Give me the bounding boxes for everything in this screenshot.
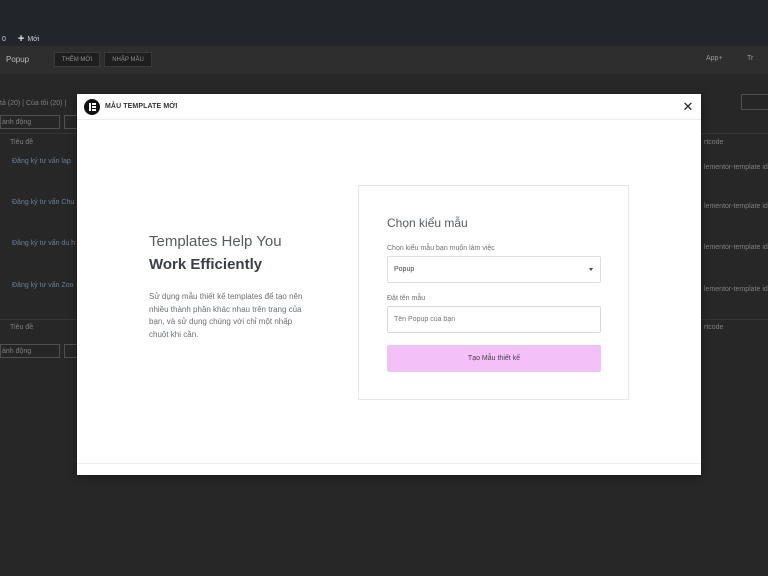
- create-template-button[interactable]: Tạo Mẫu thiết kế: [387, 345, 601, 372]
- row-title-1[interactable]: Đăng ký tư vấn lap: [12, 158, 71, 165]
- apps-link[interactable]: App+: [706, 55, 723, 62]
- chevron-down-icon: [589, 268, 593, 271]
- template-form-card: Chọn kiểu mẫu Chọn kiểu mẫu bạn muốn làm…: [358, 185, 629, 400]
- headline-line-1: Templates Help You: [149, 233, 282, 250]
- row-shortcode-2: lementor-template id: [704, 203, 768, 210]
- plus-icon[interactable]: +: [18, 33, 24, 44]
- import-template-button[interactable]: NHẬP MẪU: [104, 52, 152, 67]
- search-box[interactable]: [741, 94, 768, 110]
- template-type-label: Chọn kiểu mẫu bạn muốn làm việc: [387, 245, 495, 252]
- intro-description: Sử dụng mẫu thiết kế templates để tạo nê…: [149, 292, 303, 339]
- close-icon[interactable]: ✕: [681, 100, 695, 114]
- bulk-action-label: ành động: [2, 348, 32, 355]
- column-shortcode: rtcode: [704, 139, 724, 146]
- row-shortcode-3: lementor-template id: [704, 244, 768, 251]
- apply-button[interactable]: [64, 115, 78, 129]
- modal-title: MẪU TEMPLATE MỚI: [105, 103, 178, 110]
- row-title-4[interactable]: Đăng ký tư vấn Zoo: [12, 282, 74, 289]
- add-new-button[interactable]: THÊM MỚI: [54, 52, 100, 67]
- new-template-modal: MẪU TEMPLATE MỚI ✕ Templates Help You Wo…: [77, 94, 701, 475]
- column-shortcode-footer: rtcode: [704, 324, 724, 331]
- modal-header: MẪU TEMPLATE MỚI ✕: [77, 94, 701, 120]
- row-title-3[interactable]: Đăng ký tư vấn du h: [12, 240, 75, 247]
- admin-counter[interactable]: 0: [2, 36, 6, 43]
- elementor-logo-icon: [84, 99, 100, 115]
- bulk-action-select-bottom[interactable]: ành động: [0, 344, 60, 358]
- search-link[interactable]: Tr: [747, 55, 753, 62]
- template-type-select[interactable]: Popup: [387, 256, 601, 283]
- modal-footer-divider: [77, 463, 701, 464]
- template-name-input[interactable]: [387, 306, 601, 333]
- row-shortcode-1: lementor-template id: [704, 164, 768, 171]
- admin-bar-row: 0 + Mới: [0, 32, 39, 46]
- template-name-label: Đặt tên mẫu: [387, 295, 426, 302]
- filter-links[interactable]: tả (20) | Của tôi (20) |: [0, 100, 66, 107]
- page-title: Popup: [6, 55, 30, 64]
- bulk-action-select[interactable]: ành động: [0, 115, 60, 129]
- intro-headline: Templates Help You Work Efficiently: [149, 230, 349, 276]
- column-title[interactable]: Tiêu đề: [10, 139, 33, 146]
- row-title-2[interactable]: Đăng ký tư vấn Chu: [12, 199, 74, 206]
- admin-bar: 0 + Mới: [0, 0, 768, 46]
- bulk-action-label: ành động: [2, 119, 32, 126]
- form-title: Chọn kiểu mẫu: [387, 216, 468, 230]
- row-shortcode-4: lementor-template id: [704, 286, 768, 293]
- page-header: Popup THÊM MỚI NHẬP MẪU App+ Tr: [0, 46, 768, 74]
- template-type-value: Popup: [394, 266, 415, 273]
- headline-line-2: Work Efficiently: [149, 256, 263, 273]
- admin-new-link[interactable]: Mới: [27, 36, 39, 43]
- column-title-footer[interactable]: Tiêu đề: [10, 324, 33, 331]
- apply-button-bottom[interactable]: [64, 344, 78, 358]
